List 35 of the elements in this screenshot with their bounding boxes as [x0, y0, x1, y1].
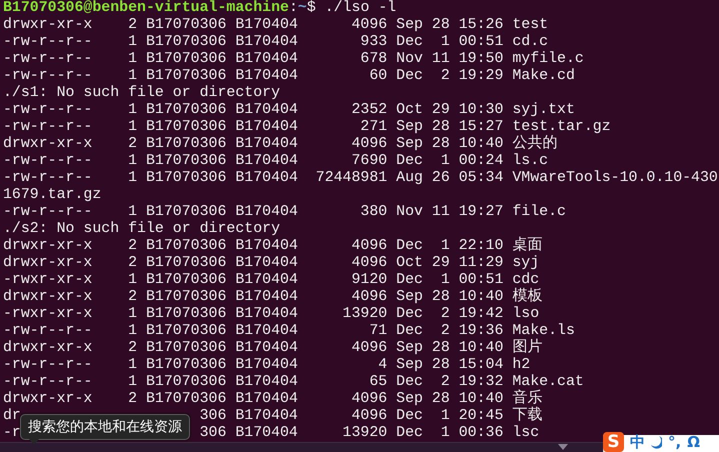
output-line: -rwxr-xr-x 1 B17070306 B170404 13920 Dec 2 19:42 lso — [3, 306, 540, 323]
output-line: -rw-r--r-- 1 B17070306 B170404 7690 Dec 1 00:24 ls.c — [3, 153, 550, 170]
output-line: ./s1: No such file or directory — [3, 85, 282, 102]
crescent-moon-icon[interactable] — [651, 436, 662, 449]
output-line: -r — [3, 425, 21, 442]
prompt-line: B17070306@benben-virtual-machine:~$ ./lso -l — [3, 0, 398, 17]
output-line: drwxr-xr-x 2 B17070306 B170404 4096 Sep 28 10:40 图片 — [3, 340, 544, 357]
output-line: -rw-r--r-- 1 B17070306 B170404 678 Nov 11 19:50 myfile.c — [3, 51, 585, 68]
output-line: -rw-r--r-- 1 B17070306 B170404 271 Sep 28 15:27 test.tar.gz — [3, 119, 612, 135]
output-line: -rw-r--r-- 1 B17070306 B170404 65 Dec 2 19:32 Make.cat — [3, 374, 585, 390]
output-line: dr — [3, 408, 21, 425]
output-line: drwxr-xr-x 2 B17070306 B170404 4096 Sep 28 10:40 音乐 — [3, 391, 544, 407]
output-line: drwxr-xr-x 2 B17070306 B170404 4096 Sep 28 10:40 模板 — [3, 289, 544, 306]
output-line: -rw-r--r-- 1 B17070306 B170404 2352 Oct 29 10:30 syj.txt — [3, 102, 576, 119]
output-line: drwxr-xr-x 2 B17070306 B170404 4096 Oct 29 11:29 syj — [3, 255, 540, 272]
dropdown-arrow-icon — [558, 444, 568, 450]
output-line: drwxr-xr-x 2 B17070306 B170404 4096 Dec 1 22:10 桌面 — [3, 238, 544, 255]
output-line: -rw-r--r-- 1 B17070306 B170404 933 Dec 1 00:51 cd.c — [3, 34, 550, 51]
output-line: -rw-r--r-- 1 B17070306 B170404 71 Dec 2 19:36 Make.ls — [3, 323, 576, 339]
punctuation-toggle[interactable]: °, — [668, 433, 682, 452]
output-line: drwxr-xr-x 2 B17070306 B170404 4096 Sep 28 15:26 test — [3, 17, 550, 34]
output-line: -rw-r--r-- 1 B17070306 B170404 72448981 Aug 26 05:34 VMwareTools-10.0.10-430 — [3, 170, 719, 187]
search-tooltip: 搜索您的本地和在线资源 — [20, 414, 190, 440]
output-line: 306 B170404 4096 Dec 1 20:45 下载 — [200, 408, 542, 425]
output-line: ./s2: No such file or directory — [3, 221, 282, 238]
symbols-button[interactable]: Ω — [687, 433, 700, 452]
output-line: -rwxr-xr-x 1 B17070306 B170404 9120 Dec 1 00:51 cdc — [3, 272, 540, 288]
language-mode-toggle[interactable]: 中 — [630, 433, 645, 452]
output-line: -rw-r--r-- 1 B17070306 B170404 4 Sep 28 15:04 h2 — [3, 357, 532, 374]
output-line: 306 B170404 13920 Dec 1 00:36 lsc — [200, 425, 540, 442]
output-line: drwxr-xr-x 2 B17070306 B170404 4096 Sep 28 10:40 公共的 — [3, 136, 558, 153]
output-line: 1679.tar.gz — [3, 187, 102, 204]
output-line: -rw-r--r-- 1 B17070306 B170404 380 Nov 11 19:27 file.c — [3, 204, 567, 221]
ime-logo[interactable]: S — [603, 432, 624, 452]
output-line: -rw-r--r-- 1 B17070306 B170404 60 Dec 2 19:29 Make.cd — [3, 68, 576, 85]
